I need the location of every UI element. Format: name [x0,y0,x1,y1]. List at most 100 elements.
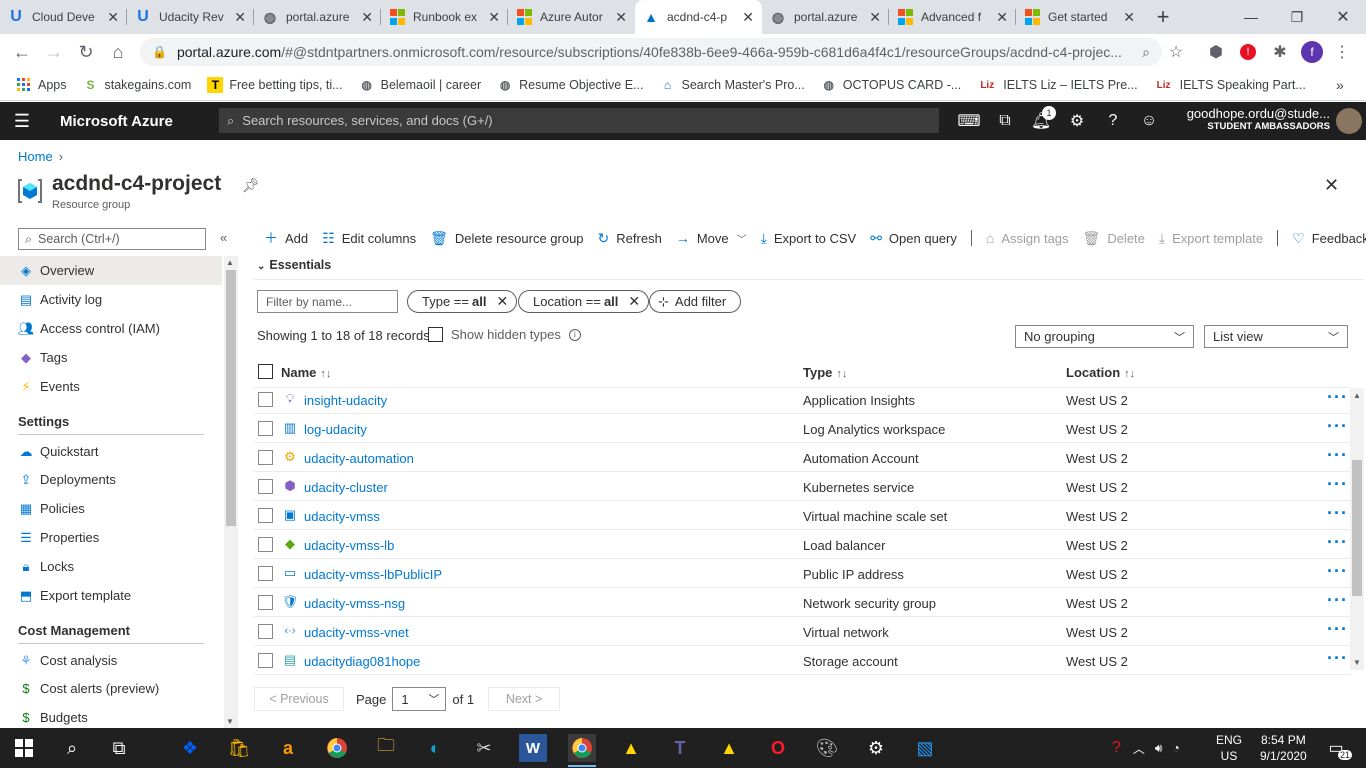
help-icon[interactable]: ? [1102,110,1124,132]
global-search-input[interactable]: ⌕ Search resources, services, and docs (G… [219,108,939,133]
bookmark-search-masters[interactable]: ⌂ Search Master's Pro... [659,77,805,93]
open-query-button[interactable]: ⚯ Open query [870,230,957,247]
action-center-icon[interactable]: ▭ 21 [1322,734,1352,762]
more-actions-icon[interactable]: ··· [1327,619,1348,640]
show-hidden-types[interactable]: Show hidden types i [428,327,581,342]
browser-menu-icon[interactable]: ⋮ [1330,40,1354,64]
close-blade-icon[interactable]: ✕ [1324,175,1339,196]
scroll-up-icon[interactable]: ▲ [226,258,234,267]
edit-columns-button[interactable]: ☷ Edit columns [322,230,416,247]
more-actions-icon[interactable]: ··· [1327,561,1348,582]
row-checkbox[interactable] [258,450,273,465]
bookmark-octopus[interactable]: ◍ OCTOPUS CARD -... [821,77,962,93]
select-all-checkbox[interactable] [258,364,273,379]
move-button[interactable]: → Move ﹀ [676,230,747,246]
browser-tab[interactable]: Advanced f ✕ [889,0,1016,34]
close-tab-icon[interactable]: ✕ [869,9,881,26]
bookmark-stakegains[interactable]: Sstakegains.com [83,77,191,93]
table-row[interactable]: 💡︎ insight-udacity Application Insights Wes… [254,385,1350,414]
delete-resource-group-button[interactable]: 🗑︎ Delete resource group [430,230,583,247]
feedback-smiley-icon[interactable]: ☺ [1138,110,1160,132]
previous-page-button[interactable]: < Previous [254,687,344,711]
sidebar-item-deployments[interactable]: ⇪ Deployments [0,465,222,494]
task-view-icon[interactable]: ⧉ [105,734,133,762]
more-actions-icon[interactable]: ··· [1327,445,1348,466]
chrome-active-icon[interactable] [568,734,596,767]
row-checkbox[interactable] [258,421,273,436]
directory-filter-icon[interactable]: ⧉ [994,110,1016,132]
table-row[interactable]: ◆ udacity-vmss-lb Load balancer West US 2 ··… [254,530,1350,559]
filter-by-name-input[interactable]: Filter by name... [257,290,398,313]
add-filter-button[interactable]: ⊹ Add filter [649,290,742,313]
close-tab-icon[interactable]: ✕ [361,9,373,26]
volume-icon[interactable]: 🔊︎ [1155,741,1163,756]
help-icon[interactable]: ? [1112,739,1121,757]
more-bookmarks-icon[interactable]: » [1336,77,1344,93]
sidebar-item-activity-log[interactable]: ▤ Activity log [0,285,222,314]
azure-brand[interactable]: Microsoft Azure [60,113,173,130]
refresh-button[interactable]: ↻ Refresh [598,230,662,247]
minimize-icon[interactable]: — [1228,0,1274,34]
resource-name-link[interactable]: udacity-cluster [304,480,388,495]
sidebar-item-quickstart[interactable]: ☁ Quickstart [0,437,222,466]
reload-icon[interactable]: ↻ [70,42,102,63]
forward-icon[interactable]: → [38,42,70,63]
row-checkbox[interactable] [258,392,273,407]
norton-icon[interactable]: ▲ [617,734,645,762]
location-filter-pill[interactable]: Location == all ✕ [518,290,650,313]
browser-tab[interactable]: Get started ✕ [1016,0,1143,34]
restore-icon[interactable]: ❐ [1274,0,1320,34]
profile-avatar[interactable]: f [1300,40,1324,64]
windows-start-icon[interactable] [10,734,38,762]
column-header-location[interactable]: Location ↑↓ [1066,365,1135,380]
more-actions-icon[interactable]: ··· [1327,648,1348,669]
sidebar-item-policies[interactable]: ▦ Policies [0,494,222,523]
assign-tags-button[interactable]: ⌂ Assign tags [986,230,1069,246]
store-icon[interactable]: 🛍︎ [225,734,253,762]
language-indicator[interactable]: ENG US [1216,732,1242,764]
norton-icon[interactable]: ▲ [715,734,743,762]
next-page-button[interactable]: Next > [488,687,561,711]
feedback-button[interactable]: ♡ Feedback [1292,230,1366,247]
show-hidden-checkbox[interactable] [428,327,443,342]
table-row[interactable]: ⬢ udacity-cluster Kubernetes service West U… [254,472,1350,501]
resource-name-link[interactable]: udacity-vmss-vnet [304,625,409,640]
hamburger-menu-icon[interactable]: ☰ [0,111,44,132]
zoom-icon[interactable]: ⌕ [1142,44,1150,61]
sidebar-item-locks[interactable]: 🔒︎ Locks [0,552,222,581]
avatar[interactable] [1336,108,1362,134]
network-icon[interactable]: ◔ [1172,741,1179,755]
sidebar-item-overview[interactable]: ◈ Overview [0,256,222,285]
row-checkbox[interactable] [258,624,273,639]
sidebar-scrollbar[interactable]: ▲ ▼ [224,256,238,728]
sidebar-item-events[interactable]: ⚡︎ Events [0,372,222,401]
shield-extension-icon[interactable]: ⬢ [1204,40,1228,64]
settings-gear-icon[interactable]: ⚙ [1066,110,1088,132]
resource-name-link[interactable]: udacity-vmss-lb [304,538,394,553]
resource-name-link[interactable]: insight-udacity [304,393,387,408]
resource-name-link[interactable]: udacity-vmss-nsg [304,596,405,611]
pin-icon[interactable]: 📌︎ [242,177,260,194]
more-actions-icon[interactable]: ··· [1327,590,1348,611]
close-tab-icon[interactable]: ✕ [996,9,1008,26]
browser-tab-active[interactable]: ▲ acdnd-c4-p ✕ [635,0,762,34]
scroll-down-icon[interactable]: ▼ [1353,658,1361,667]
close-tab-icon[interactable]: ✕ [234,9,246,26]
table-row[interactable]: ▤ udacitydiag081hope Storage account West U… [254,646,1350,675]
file-explorer-icon[interactable]: 🗀︎ [372,734,400,762]
browser-tab[interactable]: U Udacity Rev ✕ [127,0,254,34]
sidebar-item-cost-analysis[interactable]: ⚘ Cost analysis [0,646,222,675]
row-checkbox[interactable] [258,537,273,552]
table-row[interactable]: ▣ udacity-vmss Virtual machine scale set We… [254,501,1350,530]
close-tab-icon[interactable]: ✕ [488,9,500,26]
close-tab-icon[interactable]: ✕ [742,9,754,26]
account-info[interactable]: goodhope.ordu@stude... STUDENT AMBASSADO… [1187,107,1330,133]
table-row[interactable]: ▭ udacity-vmss-lbPublicIP Public IP addres… [254,559,1350,588]
resource-name-link[interactable]: udacity-vmss [304,509,380,524]
scrollbar-thumb[interactable] [1352,460,1362,596]
teams-icon[interactable]: T [666,734,694,762]
more-actions-icon[interactable]: ··· [1327,503,1348,524]
sidebar-item-cost-alerts[interactable]: $ Cost alerts (preview) [0,674,222,703]
sidebar-item-export-template[interactable]: ⬒ Export template [0,581,222,610]
browser-tab[interactable]: ◍ portal.azure ✕ [762,0,889,34]
